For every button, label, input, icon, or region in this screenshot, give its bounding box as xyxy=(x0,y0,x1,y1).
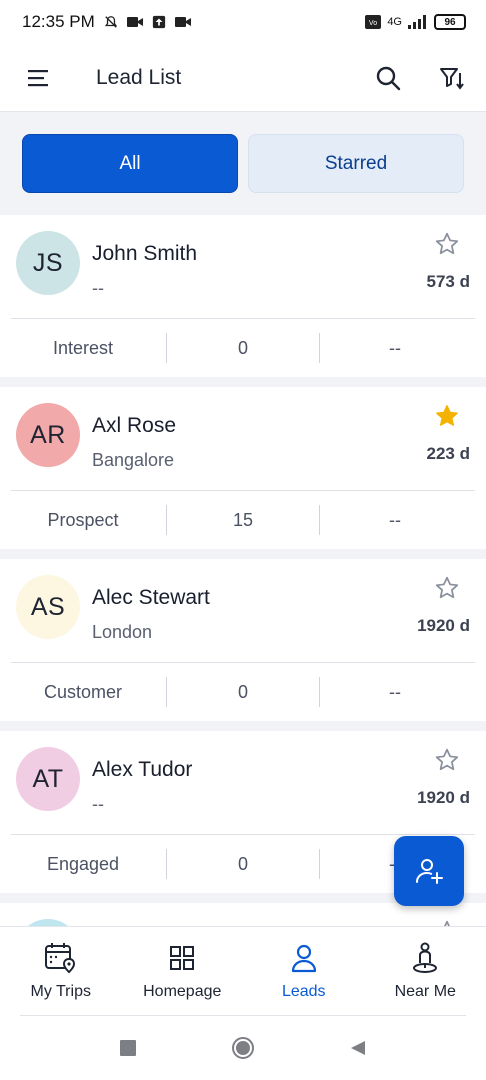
signal-icon xyxy=(408,15,426,29)
add-lead-button[interactable] xyxy=(394,836,464,906)
lead-tabs: All Starred xyxy=(0,113,486,215)
grid-icon xyxy=(170,946,195,970)
lead-location: London xyxy=(92,622,153,642)
lead-location: Bangalore xyxy=(92,450,175,470)
upload-icon xyxy=(152,15,165,29)
network-label: 4G xyxy=(387,16,402,28)
lead-extra: -- xyxy=(389,337,401,358)
calendar-location-icon xyxy=(44,943,75,974)
lead-stage: Interest xyxy=(52,337,114,358)
video-icon xyxy=(126,17,143,27)
lead-age: 1920 d xyxy=(417,616,470,635)
lead-name: Alex Tudor xyxy=(92,758,193,781)
volte-icon: Vo xyxy=(365,15,382,29)
avatar: AR xyxy=(16,403,80,467)
avatar: AS xyxy=(16,575,80,639)
lead-card[interactable]: JS John Smith -- 573 d Interest 0 -- xyxy=(0,215,486,377)
bell-off-icon xyxy=(104,16,117,28)
nav-label: Homepage xyxy=(143,983,222,1000)
lead-stats: Prospect 15 -- xyxy=(0,491,486,549)
status-icons xyxy=(103,15,191,29)
lead-age: 573 d xyxy=(426,272,470,291)
star-outline-icon[interactable] xyxy=(434,747,460,773)
nav-label: Near Me xyxy=(394,983,456,1000)
tab-starred[interactable]: Starred xyxy=(248,134,464,193)
lead-stats: Customer 0 -- xyxy=(0,663,486,721)
recents-icon[interactable] xyxy=(119,1039,137,1057)
lead-stage: Prospect xyxy=(47,509,119,530)
lead-location: -- xyxy=(92,794,104,814)
search-icon xyxy=(376,66,401,90)
battery-icon: 96 xyxy=(434,14,466,30)
lead-stage: Engaged xyxy=(46,853,120,874)
lead-card[interactable]: AS Alec Stewart London 1920 d Customer 0… xyxy=(0,559,486,721)
star-outline-icon[interactable] xyxy=(434,231,460,257)
lead-count: 0 xyxy=(237,337,248,358)
lead-count: 0 xyxy=(237,853,248,874)
nav-item-my-trips[interactable]: My Trips xyxy=(0,927,122,1016)
lead-name: Axl Rose xyxy=(92,414,177,437)
star-filled-icon[interactable] xyxy=(434,403,460,429)
nav-label: Leads xyxy=(281,983,326,1000)
avatar: JS xyxy=(16,231,80,295)
tab-all[interactable]: All xyxy=(22,134,238,193)
search-button[interactable] xyxy=(368,58,408,98)
hamburger-icon xyxy=(28,69,48,86)
lead-count: 0 xyxy=(237,681,248,702)
bottom-nav: My Trips Homepage Leads Near Me xyxy=(0,926,486,1016)
back-icon[interactable] xyxy=(349,1039,367,1057)
status-time: 12:35 PM xyxy=(22,12,95,31)
status-right: Vo 4G 96 xyxy=(365,14,466,30)
lead-stats: Interest 0 -- xyxy=(0,319,486,377)
page-title: Lead List xyxy=(96,65,182,89)
menu-button[interactable] xyxy=(22,61,56,95)
avatar: AT xyxy=(16,747,80,811)
lead-extra: -- xyxy=(389,509,401,530)
nav-item-near-me[interactable]: Near Me xyxy=(365,927,486,1016)
video-icon xyxy=(174,17,191,27)
lead-count: 15 xyxy=(232,509,254,530)
star-outline-icon[interactable] xyxy=(434,575,460,601)
person-icon xyxy=(291,944,316,973)
lead-name: Alec Stewart xyxy=(92,586,210,609)
lead-age: 1920 d xyxy=(417,788,470,807)
lead-location: -- xyxy=(92,278,104,298)
nav-label: My Trips xyxy=(30,983,91,1000)
lead-name: John Smith xyxy=(92,242,198,265)
person-pin-icon xyxy=(413,942,438,973)
lead-card[interactable]: AR Axl Rose Bangalore 223 d Prospect 15 … xyxy=(0,387,486,549)
status-bar: 12:35 PM Vo 4G 96 xyxy=(0,0,486,44)
nav-item-homepage[interactable]: Homepage xyxy=(122,927,244,1016)
home-icon[interactable] xyxy=(231,1036,255,1060)
system-nav xyxy=(0,1016,486,1080)
screen: 12:35 PM Vo 4G 96 Lead List All Starred xyxy=(0,0,486,1080)
filter-sort-button[interactable] xyxy=(432,58,472,98)
lead-extra: -- xyxy=(389,681,401,702)
app-bar: Lead List xyxy=(0,44,486,112)
nav-item-leads[interactable]: Leads xyxy=(243,927,365,1016)
svg-text:Vo: Vo xyxy=(369,20,377,27)
add-person-icon xyxy=(416,859,443,884)
filter-sort-icon xyxy=(440,67,464,90)
lead-stage: Customer xyxy=(43,681,123,702)
lead-age: 223 d xyxy=(426,444,470,463)
